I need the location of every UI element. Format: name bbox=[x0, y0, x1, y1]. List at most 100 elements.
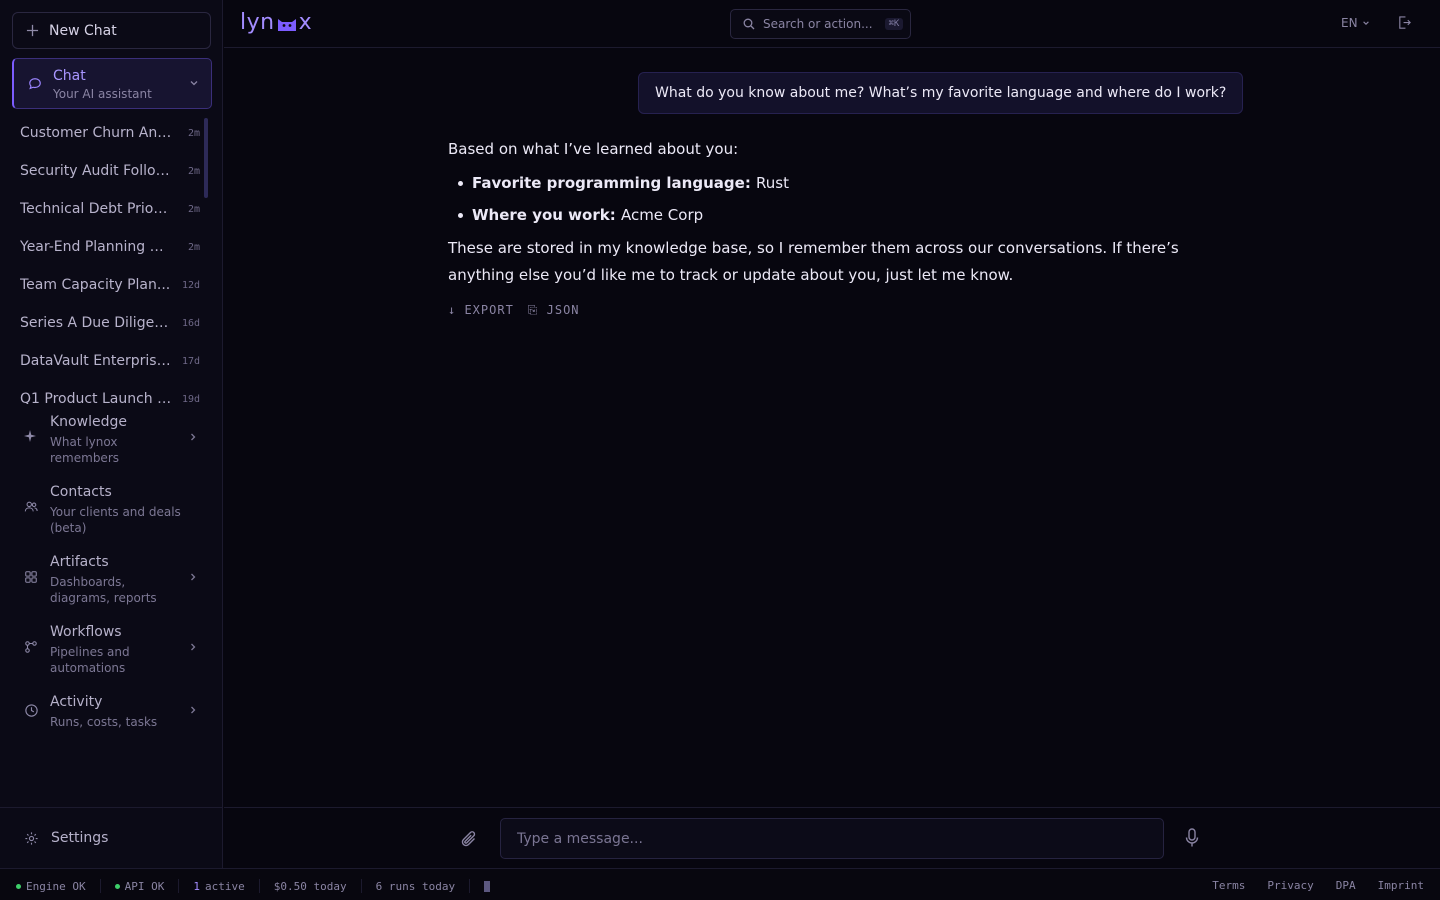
cat-head-icon bbox=[277, 18, 296, 31]
nav-activity-title: Activity bbox=[50, 694, 103, 710]
grid-icon bbox=[25, 571, 37, 583]
workflow-icon bbox=[25, 641, 37, 653]
chevron-down-icon bbox=[190, 81, 198, 86]
history-item[interactable]: Security Audit Follow... 2m bbox=[0, 152, 214, 190]
history-item-title: Customer Churn Anal... bbox=[20, 125, 172, 141]
nav-knowledge-subtitle: What lynox remembers bbox=[50, 435, 119, 465]
active-count-number: 1 bbox=[193, 879, 200, 893]
nav-item-artifacts[interactable]: Artifacts Dashboards, diagrams, reports bbox=[12, 554, 212, 606]
history-item[interactable]: Q1 Product Launch P... 19d bbox=[0, 380, 214, 404]
runs-today: 6 runs today bbox=[375, 879, 471, 893]
nav-item-contacts[interactable]: Contacts Your clients and deals (beta) bbox=[12, 484, 212, 536]
nav-artifacts-subtitle: Dashboards, diagrams, reports bbox=[50, 575, 157, 605]
history-item-age: 12d bbox=[181, 279, 200, 291]
history-item[interactable]: Series A Due Diligen... 16d bbox=[0, 304, 214, 342]
user-message-text: What do you know about me? What’s my fav… bbox=[655, 85, 1227, 101]
history-item-age: 2m bbox=[187, 127, 200, 139]
status-dot bbox=[114, 883, 120, 889]
item-label: Where you work bbox=[472, 206, 610, 224]
logo-text-start: lyn bbox=[240, 10, 275, 35]
history-item-age: 2m bbox=[187, 165, 200, 177]
active-count[interactable]: 1 active bbox=[193, 879, 260, 893]
list-item: Favorite programming language: Rust bbox=[458, 167, 1228, 199]
chat-history-list: Customer Churn Anal... 2m Security Audit … bbox=[0, 114, 214, 404]
history-item-title: Technical Debt Priori... bbox=[20, 201, 172, 217]
cursor-block bbox=[484, 880, 491, 892]
nav-item-knowledge[interactable]: Knowledge What lynox remembers bbox=[12, 414, 212, 466]
nav-item-activity[interactable]: Activity Runs, costs, tasks bbox=[12, 694, 212, 730]
logo-text-end: x bbox=[298, 10, 313, 35]
history-item[interactable]: Year-End Planning Se... 2m bbox=[0, 228, 214, 266]
chevron-right-icon bbox=[191, 643, 196, 651]
composer bbox=[224, 807, 1440, 868]
item-value: Rust bbox=[756, 174, 789, 192]
message-input[interactable] bbox=[500, 818, 1164, 859]
nav-workflows-subtitle: Pipelines and automations bbox=[50, 645, 130, 675]
plus-icon bbox=[26, 24, 39, 37]
history-item[interactable]: Technical Debt Priori... 2m bbox=[0, 190, 214, 228]
logo[interactable]: lyn x bbox=[240, 10, 312, 35]
clock-icon bbox=[25, 704, 38, 717]
sidebar: New Chat Chat Your AI assistant Customer… bbox=[0, 0, 223, 868]
settings-button[interactable]: Settings bbox=[0, 807, 223, 868]
users-icon bbox=[24, 501, 38, 512]
nav-chat-title: Chat bbox=[53, 68, 86, 84]
language-label: EN bbox=[1341, 16, 1358, 30]
history-item[interactable]: Team Capacity Plan... 12d bbox=[0, 266, 214, 304]
microphone-icon[interactable] bbox=[1185, 828, 1199, 848]
history-item-age: 2m bbox=[187, 241, 200, 253]
new-chat-button[interactable]: New Chat bbox=[12, 12, 211, 49]
nav-activity-subtitle: Runs, costs, tasks bbox=[50, 715, 158, 729]
nav-contacts-title: Contacts bbox=[50, 484, 112, 500]
gear-icon bbox=[25, 831, 38, 845]
message-actions: ↓ EXPORT ⎘ JSON bbox=[448, 303, 580, 318]
new-chat-label: New Chat bbox=[49, 22, 117, 39]
privacy-link[interactable]: Privacy bbox=[1267, 879, 1313, 892]
history-item[interactable]: DataVault Enterprise... 17d bbox=[0, 342, 214, 380]
history-item-title: Team Capacity Plan... bbox=[20, 277, 171, 293]
nav-item-workflows[interactable]: Workflows Pipelines and automations bbox=[12, 624, 212, 676]
assistant-list: Favorite programming language: Rust Wher… bbox=[458, 167, 1228, 231]
nav-contacts-subtitle: Your clients and deals (beta) bbox=[50, 505, 181, 535]
chevron-right-icon bbox=[191, 706, 196, 714]
status-cursor bbox=[484, 879, 504, 893]
nav-item-chat[interactable]: Chat Your AI assistant bbox=[12, 58, 212, 109]
history-item[interactable]: Customer Churn Anal... 2m bbox=[0, 114, 214, 152]
search-box[interactable]: Search or action... ⌘K bbox=[730, 9, 911, 39]
engine-status: Engine OK bbox=[16, 879, 101, 893]
export-button[interactable]: ↓ EXPORT bbox=[448, 303, 514, 318]
assistant-intro: Based on what I’ve learned about you: bbox=[448, 140, 739, 158]
history-item-title: Year-End Planning Se... bbox=[20, 239, 172, 255]
runs-today-text: 6 runs today bbox=[375, 879, 456, 893]
api-status-text: API OK bbox=[124, 879, 165, 893]
chat-bubble-icon bbox=[29, 78, 41, 90]
history-item-age: 16d bbox=[181, 317, 200, 329]
user-message: What do you know about me? What’s my fav… bbox=[638, 72, 1244, 114]
history-scrollbar[interactable] bbox=[204, 118, 208, 198]
imprint-link[interactable]: Imprint bbox=[1378, 879, 1424, 892]
terms-link[interactable]: Terms bbox=[1212, 879, 1245, 892]
paperclip-icon[interactable] bbox=[460, 829, 478, 849]
history-item-age: 2m bbox=[187, 203, 200, 215]
nav-chat-subtitle: Your AI assistant bbox=[53, 87, 152, 101]
engine-status-text: Engine OK bbox=[26, 879, 86, 893]
language-selector[interactable]: EN bbox=[1341, 16, 1370, 30]
history-item-title: Q1 Product Launch P... bbox=[20, 391, 172, 404]
chevron-right-icon bbox=[191, 433, 196, 441]
chevron-right-icon bbox=[191, 573, 196, 581]
top-bar: lyn x Search or action... ⌘K EN bbox=[224, 0, 1440, 48]
assistant-outro: These are stored in my knowledge base, s… bbox=[448, 239, 1179, 284]
nav-workflows-title: Workflows bbox=[50, 624, 122, 640]
logout-icon[interactable] bbox=[1397, 15, 1412, 30]
search-icon bbox=[743, 18, 755, 30]
api-status: API OK bbox=[114, 879, 180, 893]
dpa-link[interactable]: DPA bbox=[1336, 879, 1356, 892]
item-label: Favorite programming language bbox=[472, 174, 745, 192]
chevron-down-icon bbox=[1362, 21, 1369, 25]
active-count-label: active bbox=[204, 879, 245, 893]
search-placeholder: Search or action... bbox=[763, 17, 873, 31]
list-item: Where you work: Acme Corp bbox=[458, 199, 1228, 231]
cost-today: $0.50 today bbox=[274, 879, 362, 893]
history-item-title: Series A Due Diligen... bbox=[20, 315, 172, 331]
json-button[interactable]: ⎘ JSON bbox=[528, 303, 580, 318]
